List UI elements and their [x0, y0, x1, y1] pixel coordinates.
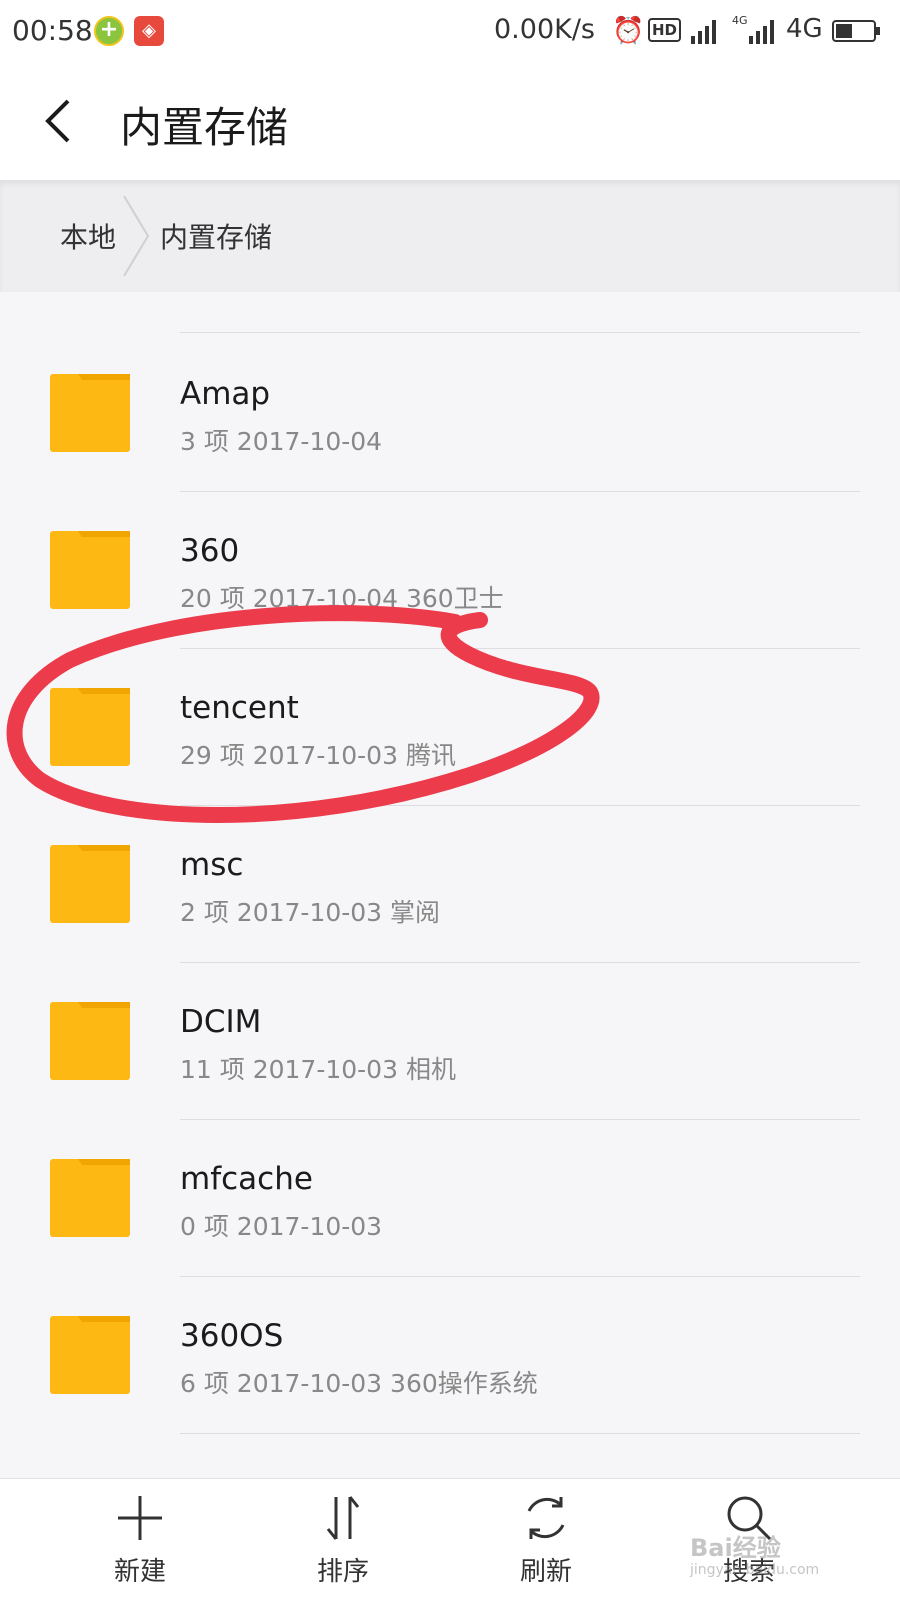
title-bar: 内置存储	[0, 62, 900, 180]
status-bar: 00:58 + ◈ 0.00K/s ⏰ HD 4G 4G	[0, 0, 900, 62]
folder-meta: 3 项 2017-10-04	[180, 427, 383, 456]
app-notification-icon: +	[94, 16, 124, 46]
small-4g-label: 4G	[732, 14, 748, 27]
sort-icon	[326, 1496, 360, 1540]
folder-row[interactable]: Amap 3 项 2017-10-04	[0, 332, 900, 492]
watermark: Bai经验	[690, 1534, 781, 1562]
breadcrumb-item-local[interactable]: 本地	[60, 216, 116, 256]
folder-name: msc	[180, 847, 244, 883]
app-notification-icon-2: ◈	[134, 16, 164, 46]
folder-meta: 11 项 2017-10-03 相机	[180, 1055, 456, 1084]
folder-meta: 2 项 2017-10-03 掌阅	[180, 898, 441, 927]
folder-name: tencent	[180, 690, 299, 726]
refresh-label: 刷新	[519, 1557, 572, 1587]
folder-icon	[50, 845, 130, 923]
folder-meta: 6 项 2017-10-03 360操作系统	[180, 1369, 538, 1398]
file-list[interactable]: Amap 3 项 2017-10-04 360 20 项 2017-10-04 …	[0, 292, 900, 1478]
folder-icon	[50, 374, 130, 452]
folder-name: 360OS	[180, 1318, 284, 1354]
watermark-url: jingyan.baidu.com	[690, 1562, 820, 1578]
folder-name: Amap	[180, 376, 271, 412]
folder-meta: 29 项 2017-10-03 腾讯	[180, 741, 456, 770]
folder-meta: 0 项 2017-10-03	[180, 1212, 383, 1241]
divider	[180, 1433, 860, 1434]
folder-row[interactable]: tencent 29 项 2017-10-03 腾讯	[0, 646, 900, 806]
network-type: 4G	[786, 14, 823, 44]
folder-row[interactable]: mfcache 0 项 2017-10-03	[0, 1117, 900, 1277]
new-button[interactable]: 新建	[50, 1479, 230, 1601]
folder-icon	[50, 1002, 130, 1080]
back-arrow-icon[interactable]	[40, 96, 80, 146]
signal-icon-2	[749, 20, 774, 44]
breadcrumb-item-current: 内置存储	[160, 221, 273, 254]
new-label: 新建	[113, 1557, 166, 1587]
signal-icon	[691, 20, 716, 44]
folder-row[interactable]: 360 20 项 2017-10-04 360卫士	[0, 489, 900, 649]
hd-badge: HD	[648, 18, 682, 42]
alarm-icon: ⏰	[612, 16, 645, 46]
battery-icon	[832, 20, 880, 42]
sort-label: 排序	[316, 1557, 369, 1587]
refresh-icon	[527, 1497, 565, 1539]
plus-icon	[118, 1496, 162, 1540]
network-speed: 0.00K/s	[494, 14, 595, 45]
folder-icon	[50, 1159, 130, 1237]
page-title: 内置存储	[120, 103, 289, 152]
refresh-button[interactable]: 刷新	[456, 1479, 636, 1601]
sort-button[interactable]: 排序	[253, 1479, 433, 1601]
folder-name: mfcache	[180, 1161, 313, 1197]
status-time: 00:58	[12, 14, 93, 47]
folder-row[interactable]: msc 2 项 2017-10-03 掌阅	[0, 803, 900, 963]
folder-row[interactable]: 360OS 6 项 2017-10-03 360操作系统	[0, 1274, 900, 1434]
folder-row[interactable]: DCIM 11 项 2017-10-03 相机	[0, 960, 900, 1120]
folder-icon	[50, 1316, 130, 1394]
folder-icon	[50, 531, 130, 609]
folder-icon	[50, 688, 130, 766]
breadcrumb: 本地 内置存储	[0, 180, 900, 292]
breadcrumb-separator-icon	[123, 195, 150, 277]
folder-name: 360	[180, 533, 240, 569]
folder-meta: 20 项 2017-10-04 360卫士	[180, 584, 504, 613]
folder-name: DCIM	[180, 1004, 262, 1040]
